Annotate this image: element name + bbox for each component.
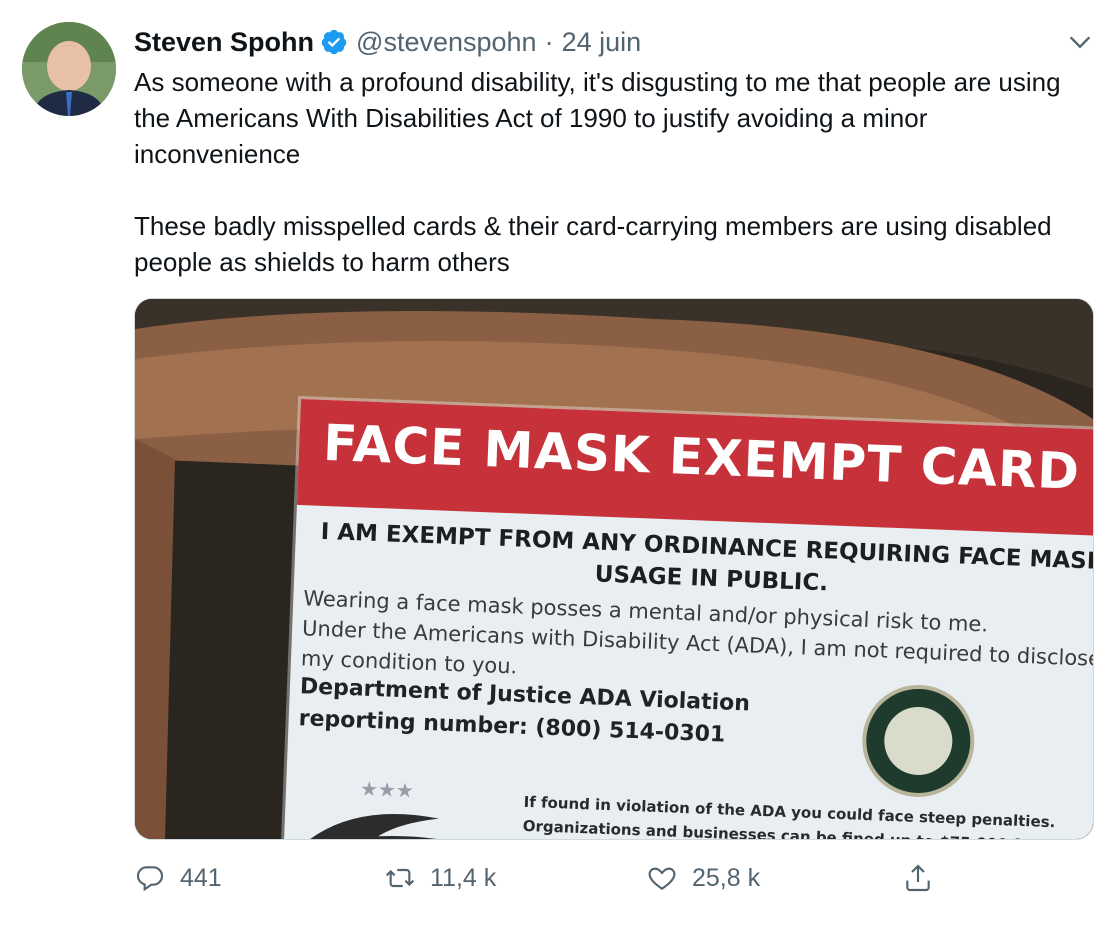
card-title: FACE MASK EXEMPT CARD bbox=[322, 413, 1082, 501]
share-button[interactable] bbox=[902, 860, 934, 896]
eagle-icon: ★★★ bbox=[297, 777, 468, 839]
tweet: Steven Spohn @stevenspohn · 24 juin As s… bbox=[0, 0, 1120, 926]
tweet-paragraph-2: These badly misspelled cards & their car… bbox=[134, 211, 1052, 277]
retweet-button[interactable]: 11,4 k bbox=[384, 860, 496, 896]
share-icon bbox=[906, 864, 930, 892]
exempt-card: FACE MASK EXEMPT CARD I AM EXEMPT FROM A… bbox=[282, 399, 1093, 840]
reply-icon bbox=[136, 866, 164, 892]
like-button[interactable]: 25,8 k bbox=[646, 860, 760, 896]
chevron-down-icon[interactable] bbox=[1066, 28, 1094, 56]
retweet-icon bbox=[385, 868, 415, 888]
tweet-header: Steven Spohn @stevenspohn · 24 juin bbox=[134, 24, 641, 60]
tweet-paragraph-1: As someone with a profound disability, i… bbox=[134, 67, 1061, 169]
tweet-text: As someone with a profound disability, i… bbox=[134, 64, 1094, 280]
avatar[interactable] bbox=[22, 22, 116, 116]
author-name[interactable]: Steven Spohn bbox=[134, 27, 314, 58]
separator-dot: · bbox=[544, 26, 554, 57]
tweet-actions: 441 11,4 k 25,8 k bbox=[134, 860, 1094, 896]
retweet-count: 11,4 k bbox=[430, 863, 497, 892]
reply-button[interactable]: 441 bbox=[134, 860, 222, 896]
heart-icon bbox=[648, 867, 676, 890]
card-fine-print: If found in violation of the ADA you cou… bbox=[522, 792, 1080, 840]
svg-text:★★★: ★★★ bbox=[360, 777, 415, 803]
avatar-photo bbox=[22, 22, 116, 116]
reply-count: 441 bbox=[180, 863, 222, 892]
verified-badge-icon bbox=[320, 28, 348, 56]
like-count: 25,8 k bbox=[692, 863, 761, 892]
author-handle[interactable]: @stevenspohn bbox=[356, 27, 537, 58]
tweet-date[interactable]: 24 juin bbox=[562, 27, 642, 58]
tweet-media[interactable]: FACE MASK EXEMPT CARD I AM EXEMPT FROM A… bbox=[134, 298, 1094, 840]
doj-seal-icon bbox=[860, 682, 977, 800]
